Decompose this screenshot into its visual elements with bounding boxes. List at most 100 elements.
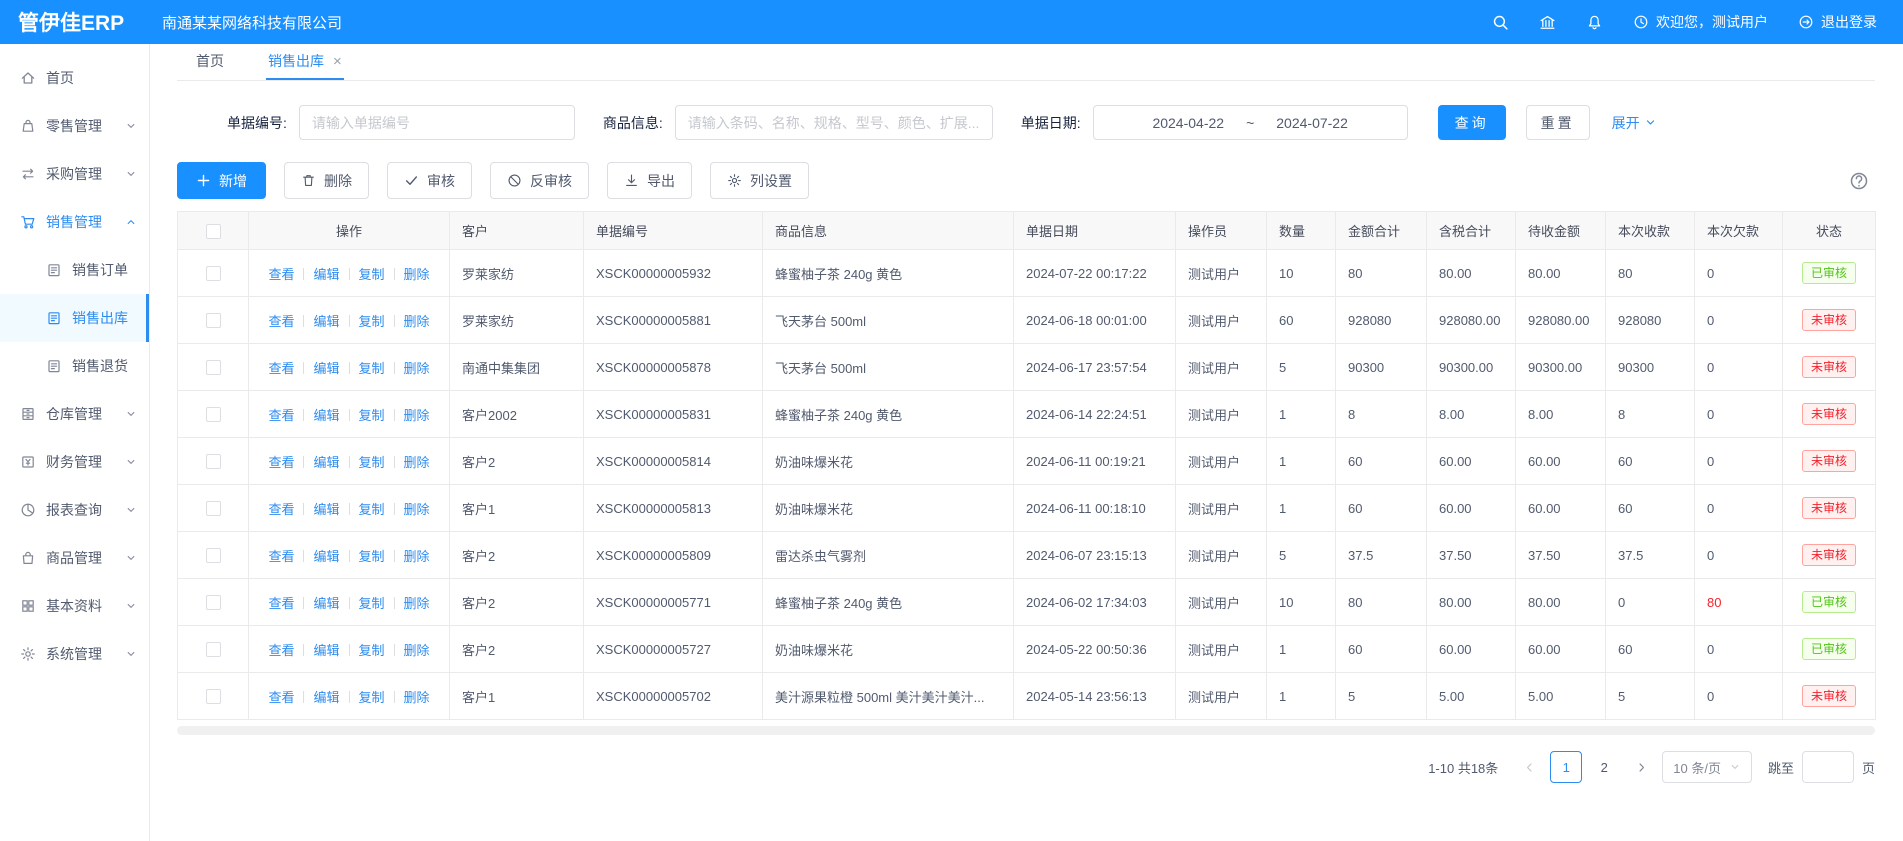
date-range-picker[interactable]: 2024-04-22 ~ 2024-07-22 bbox=[1093, 105, 1408, 140]
product-info-input[interactable] bbox=[675, 105, 993, 140]
sidebar-item-product[interactable]: 商品管理 bbox=[0, 534, 149, 582]
tab-home[interactable]: 首页 bbox=[194, 44, 226, 80]
action-copy-link[interactable]: 复制 bbox=[359, 455, 385, 470]
action-delete-link[interactable]: 删除 bbox=[404, 267, 430, 282]
sidebar-item-sales-return[interactable]: 销售退货 bbox=[0, 342, 149, 390]
row-checkbox[interactable] bbox=[206, 266, 221, 281]
action-view-link[interactable]: 查看 bbox=[268, 267, 294, 282]
action-edit-link[interactable]: 编辑 bbox=[313, 455, 339, 470]
action-view-link[interactable]: 查看 bbox=[268, 502, 294, 517]
row-checkbox[interactable] bbox=[206, 642, 221, 657]
date-from[interactable]: 2024-04-22 bbox=[1152, 115, 1224, 131]
action-view-link[interactable]: 查看 bbox=[268, 549, 294, 564]
order-no-input[interactable] bbox=[299, 105, 575, 140]
unaudit-button[interactable]: 反审核 bbox=[490, 162, 589, 199]
welcome-user[interactable]: 欢迎您，测试用户 bbox=[1633, 12, 1768, 32]
search-icon[interactable] bbox=[1492, 14, 1509, 31]
prev-page-button[interactable] bbox=[1516, 751, 1542, 783]
horizontal-scrollbar[interactable] bbox=[177, 726, 1875, 735]
sidebar-item-system[interactable]: 系统管理 bbox=[0, 630, 149, 678]
sidebar-item-purchase[interactable]: 采购管理 bbox=[0, 150, 149, 198]
action-copy-link[interactable]: 复制 bbox=[359, 267, 385, 282]
column-settings-button[interactable]: 列设置 bbox=[710, 162, 809, 199]
delete-button[interactable]: 删除 bbox=[284, 162, 369, 199]
action-view-link[interactable]: 查看 bbox=[268, 690, 294, 705]
sidebar-item-warehouse[interactable]: 仓库管理 bbox=[0, 390, 149, 438]
tab-sales-outbound[interactable]: 销售出库× bbox=[266, 44, 344, 80]
action-delete-link[interactable]: 删除 bbox=[404, 596, 430, 611]
row-checkbox[interactable] bbox=[206, 454, 221, 469]
action-delete-link[interactable]: 删除 bbox=[404, 549, 430, 564]
action-delete-link[interactable]: 删除 bbox=[404, 690, 430, 705]
row-checkbox[interactable] bbox=[206, 689, 221, 704]
sidebar-item-sales-order[interactable]: 销售订单 bbox=[0, 246, 149, 294]
action-view-link[interactable]: 查看 bbox=[268, 455, 294, 470]
reset-button[interactable]: 重置 bbox=[1526, 105, 1590, 140]
action-edit-link[interactable]: 编辑 bbox=[313, 267, 339, 282]
action-delete-link[interactable]: 删除 bbox=[404, 502, 430, 517]
action-view-link[interactable]: 查看 bbox=[268, 408, 294, 423]
row-checkbox[interactable] bbox=[206, 548, 221, 563]
action-separator bbox=[303, 644, 304, 656]
action-edit-link[interactable]: 编辑 bbox=[313, 408, 339, 423]
cell-status: 未审核 bbox=[1783, 673, 1876, 720]
sidebar-item-sales-outbound[interactable]: 销售出库 bbox=[0, 294, 149, 342]
action-copy-link[interactable]: 复制 bbox=[359, 596, 385, 611]
search-button[interactable]: 查询 bbox=[1438, 105, 1506, 140]
row-checkbox[interactable] bbox=[206, 313, 221, 328]
audit-button[interactable]: 审核 bbox=[387, 162, 472, 199]
action-delete-link[interactable]: 删除 bbox=[404, 314, 430, 329]
action-copy-link[interactable]: 复制 bbox=[359, 361, 385, 376]
action-edit-link[interactable]: 编辑 bbox=[313, 690, 339, 705]
bell-icon[interactable] bbox=[1586, 14, 1603, 31]
action-edit-link[interactable]: 编辑 bbox=[313, 314, 339, 329]
action-view-link[interactable]: 查看 bbox=[268, 314, 294, 329]
row-checkbox[interactable] bbox=[206, 501, 221, 516]
help-icon[interactable] bbox=[1849, 171, 1869, 191]
select-all-checkbox[interactable] bbox=[206, 224, 221, 239]
page-size-select[interactable]: 10 条/页 bbox=[1662, 751, 1752, 783]
action-copy-link[interactable]: 复制 bbox=[359, 314, 385, 329]
action-copy-link[interactable]: 复制 bbox=[359, 408, 385, 423]
sidebar-item-report[interactable]: 报表查询 bbox=[0, 486, 149, 534]
action-delete-link[interactable]: 删除 bbox=[404, 643, 430, 658]
sidebar-item-basic-data[interactable]: 基本资料 bbox=[0, 582, 149, 630]
close-icon[interactable]: × bbox=[333, 54, 342, 69]
action-separator bbox=[349, 550, 350, 562]
action-delete-link[interactable]: 删除 bbox=[404, 361, 430, 376]
action-view-link[interactable]: 查看 bbox=[268, 361, 294, 376]
bank-icon[interactable] bbox=[1539, 14, 1556, 31]
page-button-2[interactable]: 2 bbox=[1588, 751, 1620, 783]
row-checkbox[interactable] bbox=[206, 360, 221, 375]
expand-link[interactable]: 展开 bbox=[1612, 113, 1657, 133]
action-edit-link[interactable]: 编辑 bbox=[313, 643, 339, 658]
action-edit-link[interactable]: 编辑 bbox=[313, 549, 339, 564]
cell-amount: 80 bbox=[1336, 250, 1427, 297]
row-checkbox[interactable] bbox=[206, 407, 221, 422]
action-delete-link[interactable]: 删除 bbox=[404, 408, 430, 423]
sidebar-item-retail[interactable]: 零售管理 bbox=[0, 102, 149, 150]
action-edit-link[interactable]: 编辑 bbox=[313, 596, 339, 611]
action-separator bbox=[303, 550, 304, 562]
page-button-1[interactable]: 1 bbox=[1550, 751, 1582, 783]
action-copy-link[interactable]: 复制 bbox=[359, 643, 385, 658]
export-button[interactable]: 导出 bbox=[607, 162, 692, 199]
logout-button[interactable]: 退出登录 bbox=[1798, 12, 1877, 32]
add-button[interactable]: 新增 bbox=[177, 162, 266, 199]
jump-to-input[interactable] bbox=[1802, 751, 1854, 783]
date-to[interactable]: 2024-07-22 bbox=[1276, 115, 1348, 131]
cell-qty: 10 bbox=[1267, 250, 1336, 297]
action-copy-link[interactable]: 复制 bbox=[359, 690, 385, 705]
sidebar-item-finance[interactable]: 财务管理 bbox=[0, 438, 149, 486]
next-page-button[interactable] bbox=[1628, 751, 1654, 783]
sidebar-item-home[interactable]: 首页 bbox=[0, 54, 149, 102]
action-edit-link[interactable]: 编辑 bbox=[313, 361, 339, 376]
row-checkbox[interactable] bbox=[206, 595, 221, 610]
action-view-link[interactable]: 查看 bbox=[268, 596, 294, 611]
action-view-link[interactable]: 查看 bbox=[268, 643, 294, 658]
action-edit-link[interactable]: 编辑 bbox=[313, 502, 339, 517]
action-delete-link[interactable]: 删除 bbox=[404, 455, 430, 470]
sidebar-item-sales[interactable]: 销售管理 bbox=[0, 198, 149, 246]
action-copy-link[interactable]: 复制 bbox=[359, 502, 385, 517]
action-copy-link[interactable]: 复制 bbox=[359, 549, 385, 564]
